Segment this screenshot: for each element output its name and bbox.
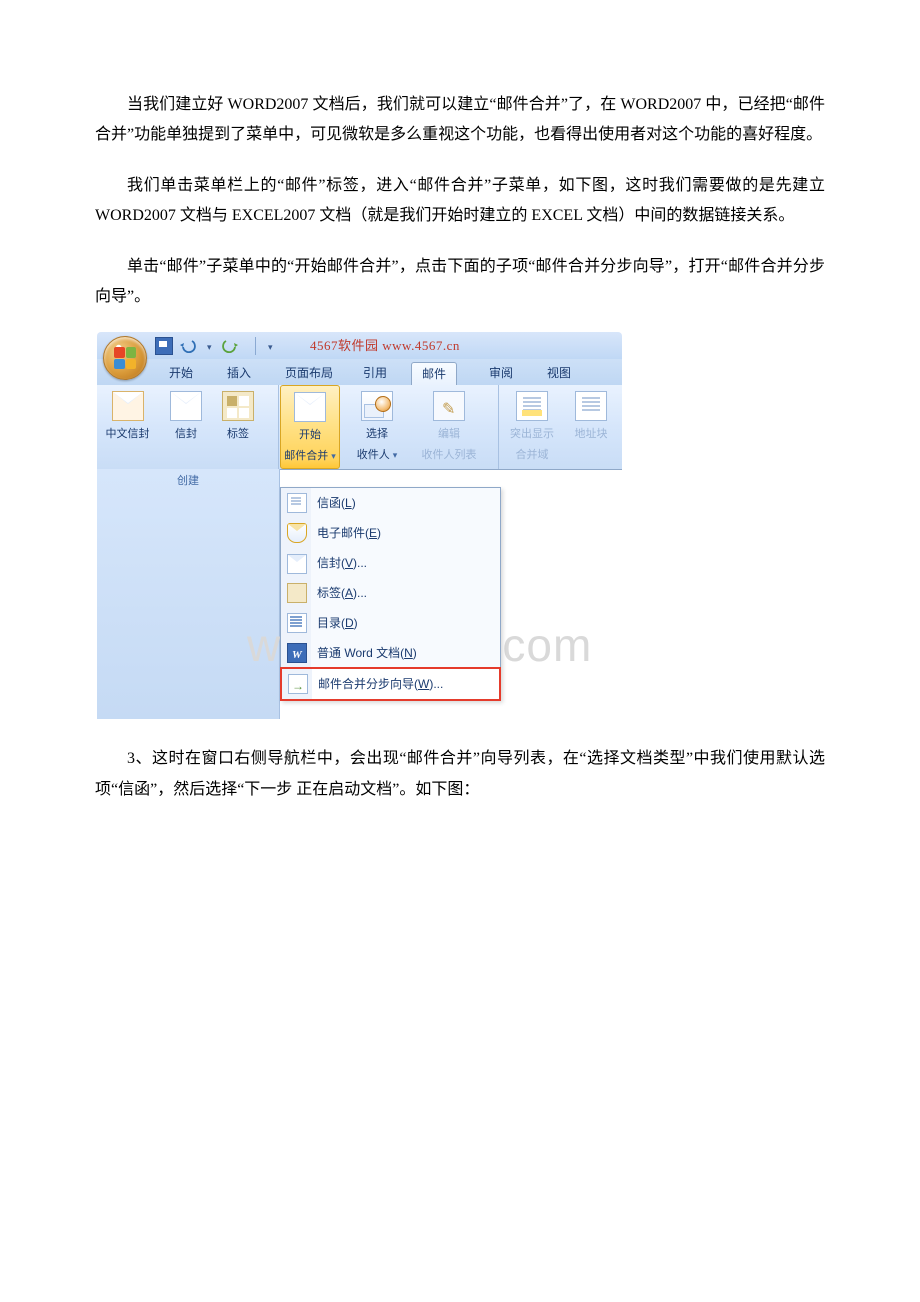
select-recipients-l1: 选择 xyxy=(366,428,388,440)
dropdown-arrow-icon: ▾ xyxy=(331,451,336,461)
letter-icon xyxy=(287,493,307,513)
word-doc-icon xyxy=(287,643,307,663)
highlight-fields-l1: 突出显示 xyxy=(510,428,554,440)
group-label-create: 创建 xyxy=(97,469,280,719)
chinese-envelope-button[interactable]: 中文信封 xyxy=(105,391,150,445)
highlight-fields-icon xyxy=(516,391,548,421)
start-mail-merge-icon xyxy=(294,392,326,422)
edit-recipients-icon xyxy=(433,391,465,421)
labels-label: 标签 xyxy=(227,428,249,440)
save-icon[interactable] xyxy=(155,337,173,355)
paragraph-4: 3、这时在窗口右侧导航栏中，会出现“邮件合并”向导列表，在“选择文档类型”中我们… xyxy=(95,744,825,805)
labels-icon xyxy=(222,391,254,421)
edit-recipients-l1: 编辑 xyxy=(438,428,460,440)
label-small-icon xyxy=(287,583,307,603)
directory-icon xyxy=(287,613,307,633)
tab-mailings[interactable]: 邮件 xyxy=(411,362,457,386)
menu-item-normal-word[interactable]: 普通 Word 文档(N) xyxy=(281,638,500,668)
menu-item-normal-word-label: 普通 Word 文档(N) xyxy=(317,642,417,665)
office-logo-icon xyxy=(114,347,136,369)
ribbon: 中文信封 信封 标签 选择 收件人 ▾ xyxy=(97,385,622,470)
chinese-envelope-icon xyxy=(112,391,144,421)
start-mail-merge-l1: 开始 xyxy=(299,429,321,441)
envelope-icon xyxy=(170,391,202,421)
qat-separator xyxy=(255,337,256,355)
address-block-label: 地址块 xyxy=(575,428,608,440)
envelope-small-icon xyxy=(287,554,307,574)
qat-customize-icon[interactable]: ▾ xyxy=(268,338,280,354)
menu-item-directory[interactable]: 目录(D) xyxy=(281,608,500,638)
paragraph-2: 我们单击菜单栏上的“邮件”标签，进入“邮件合并”子菜单，如下图，这时我们需要做的… xyxy=(95,171,825,232)
paragraph-1: 当我们建立好 WORD2007 文档后，我们就可以建立“邮件合并”了，在 WOR… xyxy=(95,90,825,151)
dropdown-arrow-icon: ▾ xyxy=(393,450,398,460)
menu-item-wizard-label: 邮件合并分步向导(W)... xyxy=(318,673,443,696)
edit-recipients-button[interactable]: 编辑 收件人列表 xyxy=(413,391,485,466)
ribbon-tabs: 开始 插入 页面布局 引用 邮件 审阅 视图 xyxy=(97,359,622,386)
tab-view[interactable]: 视图 xyxy=(537,362,581,384)
quick-access-toolbar: ▾ ▾ 4567软件园 www.4567.cn xyxy=(155,336,460,356)
start-mail-merge-l2: 邮件合并 xyxy=(284,450,328,462)
start-mail-merge-menu: 信函(L) 电子邮件(E) 信封(V)... 标签(A)... 目录(D) 普通… xyxy=(280,487,501,701)
redo-icon[interactable] xyxy=(221,338,243,354)
menu-item-envelopes[interactable]: 信封(V)... xyxy=(281,548,500,578)
start-mail-merge-button[interactable]: 开始 邮件合并 ▾ xyxy=(280,385,340,469)
menu-item-letters[interactable]: 信函(L) xyxy=(281,488,500,518)
menu-item-directory-label: 目录(D) xyxy=(317,612,358,635)
highlight-fields-l2: 合并域 xyxy=(516,449,549,461)
edit-recipients-l2: 收件人列表 xyxy=(422,449,477,461)
menu-item-labels-label: 标签(A)... xyxy=(317,582,367,605)
envelope-label: 信封 xyxy=(175,428,197,440)
labels-button[interactable]: 标签 xyxy=(219,391,257,445)
tab-layout[interactable]: 页面布局 xyxy=(275,362,343,384)
menu-item-email-label: 电子邮件(E) xyxy=(317,522,381,545)
ribbon-group-fields: 突出显示 合并域 地址块 xyxy=(499,385,622,469)
menu-item-envelopes-label: 信封(V)... xyxy=(317,552,367,575)
chinese-envelope-label: 中文信封 xyxy=(106,428,150,440)
undo-icon[interactable] xyxy=(179,338,201,354)
menu-item-letters-label: 信函(L) xyxy=(317,492,356,515)
window-title: 4567软件园 www.4567.cn xyxy=(310,334,460,359)
menu-item-wizard[interactable]: 邮件合并分步向导(W)... xyxy=(280,667,501,701)
menu-item-email[interactable]: 电子邮件(E) xyxy=(281,518,500,548)
word-screenshot: ▾ ▾ 4567软件园 www.4567.cn 开始 插入 页面布局 引用 邮件… xyxy=(97,332,622,720)
undo-dropdown-icon[interactable]: ▾ xyxy=(207,338,215,354)
document-page: 当我们建立好 WORD2007 文档后，我们就可以建立“邮件合并”了，在 WOR… xyxy=(0,0,920,1302)
ribbon-group-create: 中文信封 信封 标签 xyxy=(97,385,279,469)
paragraph-3: 单击“邮件”子菜单中的“开始邮件合并”，点击下面的子项“邮件合并分步向导”，打开… xyxy=(95,252,825,313)
address-block-button[interactable]: 地址块 xyxy=(569,391,613,445)
address-block-icon xyxy=(575,391,607,421)
select-recipients-button[interactable]: 选择 收件人 ▾ xyxy=(351,391,403,466)
envelope-button[interactable]: 信封 xyxy=(167,391,205,445)
tab-references[interactable]: 引用 xyxy=(353,362,397,384)
select-recipients-icon xyxy=(361,391,393,421)
email-icon xyxy=(287,523,307,543)
wizard-icon xyxy=(288,674,308,694)
tab-home[interactable]: 开始 xyxy=(159,362,203,384)
select-recipients-l2: 收件人 xyxy=(357,449,390,461)
menu-item-labels[interactable]: 标签(A)... xyxy=(281,578,500,608)
tab-insert[interactable]: 插入 xyxy=(217,362,261,384)
highlight-fields-button[interactable]: 突出显示 合并域 xyxy=(505,391,559,466)
tab-review[interactable]: 审阅 xyxy=(479,362,523,384)
